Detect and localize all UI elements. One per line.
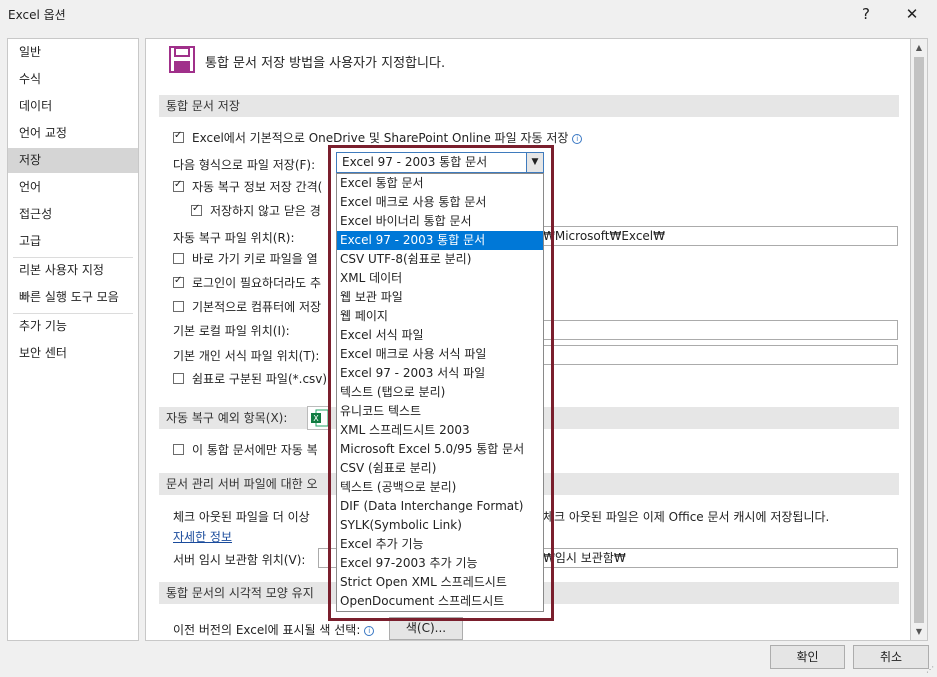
page-heading: 통합 문서 저장 방법을 사용자가 지정합니다. [205, 56, 446, 71]
save-format-dropdown[interactable]: Excel 97 - 2003 통합 문서 ▼ [336, 152, 544, 173]
format-option[interactable]: Excel 통합 문서 [337, 174, 543, 193]
svg-text:X: X [313, 414, 319, 423]
default-computer-checkbox[interactable] [173, 301, 184, 312]
section-header-save: 통합 문서 저장 [159, 95, 899, 117]
server-note-right: 체크 아웃된 파일은 이제 Office 문서 캐시에 저장됩니다. [543, 510, 830, 524]
format-option[interactable]: OpenDocument 스프레드시트 [337, 592, 543, 611]
format-option[interactable]: XML 데이터 [337, 269, 543, 288]
this-workbook-only-checkbox[interactable] [173, 444, 184, 455]
prev-colors-label: 이전 버전의 Excel에 표시될 색 선택: [173, 623, 361, 637]
this-workbook-only-label: 이 통합 문서에만 자동 복 [192, 443, 318, 457]
nav-item-formulas[interactable]: 수식 [8, 67, 138, 92]
keep-unsaved-label: 저장하지 않고 닫은 경 [210, 204, 321, 218]
nav-item-proofing[interactable]: 언어 교정 [8, 121, 138, 146]
close-button[interactable]: ✕ [897, 2, 927, 26]
csv-label: 쉼표로 구분된 파일(*.csv) [192, 372, 328, 386]
shortcut-open-label: 바로 가기 키로 파일을 열 [192, 252, 318, 266]
scroll-thumb[interactable] [914, 57, 924, 623]
cancel-button[interactable]: 취소 [853, 645, 929, 669]
prev-colors-row: 이전 버전의 Excel에 표시될 색 선택: i [173, 621, 375, 638]
format-option[interactable]: CSV (쉼표로 분리) [337, 459, 543, 478]
server-note-left: 체크 아웃된 파일을 더 이상 [173, 510, 310, 524]
personal-templates-input[interactable] [538, 345, 898, 365]
format-option-selected[interactable]: Excel 97 - 2003 통합 문서 [337, 231, 543, 250]
format-option[interactable]: 웹 보관 파일 [337, 288, 543, 307]
autorecover-interval-label: 자동 복구 정보 저장 간격( [192, 180, 323, 194]
autorecover-exceptions-label: 자동 복구 예외 항목(X): [166, 411, 288, 425]
nav-panel: 일반 수식 데이터 언어 교정 저장 언어 접근성 고급 리본 사용자 지정 빠… [7, 38, 139, 641]
format-option[interactable]: Excel 바이너리 통합 문서 [337, 212, 543, 231]
autorecover-location-label: 자동 복구 파일 위치(R): [173, 231, 295, 245]
nav-item-trust-center[interactable]: 보안 센터 [8, 341, 138, 366]
nav-item-save[interactable]: 저장 [8, 148, 138, 173]
window-title: Excel 옵션 [8, 8, 66, 22]
csv-checkbox[interactable] [173, 373, 184, 384]
ok-button[interactable]: 확인 [770, 645, 845, 669]
format-option[interactable]: 유니코드 텍스트 [337, 402, 543, 421]
nav-item-accessibility[interactable]: 접근성 [8, 202, 138, 227]
format-option[interactable]: Excel 매크로 사용 통합 문서 [337, 193, 543, 212]
nav-item-quick-access-toolbar[interactable]: 빠른 실행 도구 모음 [8, 285, 138, 310]
format-option[interactable]: Excel 매크로 사용 서식 파일 [337, 345, 543, 364]
autorecover-location-input[interactable]: ₩Microsoft₩Excel₩ [538, 226, 898, 246]
resize-grip-icon[interactable]: ⋰ [926, 665, 936, 675]
default-computer-label: 기본적으로 컴퓨터에 저장 [192, 300, 322, 314]
format-option[interactable]: Excel 추가 기능 [337, 535, 543, 554]
help-button[interactable]: ? [851, 2, 881, 26]
nav-item-customize-ribbon[interactable]: 리본 사용자 지정 [8, 258, 138, 283]
local-location-label: 기본 로컬 파일 위치(I): [173, 324, 290, 338]
nav-item-data[interactable]: 데이터 [8, 94, 138, 119]
format-option[interactable]: Excel 97-2003 추가 기능 [337, 554, 543, 573]
info-icon: i [572, 134, 583, 144]
format-option[interactable]: CSV UTF-8(쉼표로 분리) [337, 250, 543, 269]
save-format-options-list[interactable]: Excel 통합 문서 Excel 매크로 사용 통합 문서 Excel 바이너… [336, 173, 544, 612]
format-option[interactable]: Microsoft Excel 5.0/95 통합 문서 [337, 440, 543, 459]
format-option[interactable]: 웹 페이지 [337, 307, 543, 326]
onedrive-autosave-label: Excel에서 기본적으로 OneDrive 및 SharePoint Onli… [192, 131, 569, 145]
chevron-down-icon[interactable]: ▼ [526, 153, 543, 172]
nav-item-language[interactable]: 언어 [8, 175, 138, 200]
format-option[interactable]: Strict Open XML 스프레드시트 [337, 573, 543, 592]
save-format-value: Excel 97 - 2003 통합 문서 [342, 155, 488, 169]
format-option[interactable]: Excel 97 - 2003 서식 파일 [337, 364, 543, 383]
scroll-up-icon[interactable]: ▲ [911, 40, 927, 56]
nav-item-advanced[interactable]: 고급 [8, 229, 138, 254]
format-option[interactable]: DIF (Data Interchange Format) [337, 497, 543, 516]
format-option[interactable]: XML 스프레드시트 2003 [337, 421, 543, 440]
info-icon: i [364, 626, 375, 636]
more-info-link[interactable]: 자세한 정보 [173, 528, 232, 545]
scroll-down-icon[interactable]: ▼ [911, 624, 927, 640]
server-drafts-label: 서버 임시 보관함 위치(V): [173, 553, 306, 567]
server-drafts-value: ₩임시 보관함₩ [543, 551, 626, 565]
login-required-label: 로그인이 필요하더라도 추 [192, 276, 322, 290]
onedrive-autosave-checkbox[interactable] [173, 130, 184, 143]
vertical-scrollbar[interactable]: ▲ ▼ [911, 38, 928, 641]
format-option[interactable]: 텍스트 (공백으로 분리) [337, 478, 543, 497]
save-format-label: 다음 형식으로 파일 저장(F): [173, 158, 316, 172]
keep-unsaved-checkbox[interactable] [191, 203, 202, 216]
onedrive-autosave-row: Excel에서 기본적으로 OneDrive 및 SharePoint Onli… [192, 129, 583, 146]
format-option[interactable]: 텍스트 (탭으로 분리) [337, 383, 543, 402]
nav-item-add-ins[interactable]: 추가 기능 [8, 314, 138, 339]
shortcut-open-checkbox[interactable] [173, 253, 184, 264]
nav-item-general[interactable]: 일반 [8, 40, 138, 65]
format-option[interactable]: SYLK(Symbolic Link) [337, 516, 543, 535]
format-option[interactable]: Excel 서식 파일 [337, 326, 543, 345]
excel-file-icon: X [311, 409, 329, 427]
local-location-input[interactable] [538, 320, 898, 340]
login-required-checkbox[interactable] [173, 275, 184, 288]
personal-templates-label: 기본 개인 서식 파일 위치(T): [173, 349, 320, 363]
autorecover-interval-checkbox[interactable] [173, 179, 184, 192]
save-disk-icon [169, 46, 195, 73]
